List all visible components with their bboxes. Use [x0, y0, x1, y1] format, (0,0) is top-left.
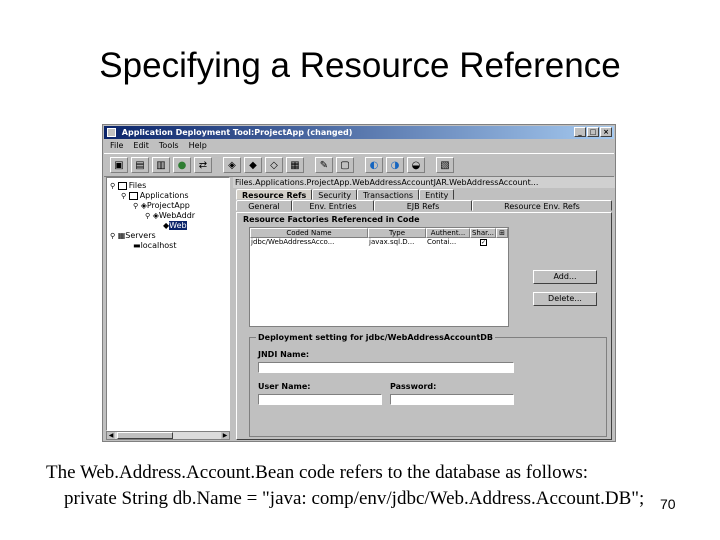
tools-icon[interactable]: ◒	[407, 157, 425, 173]
menu-bar: File Edit Tools Help	[104, 140, 614, 152]
tab-resource-refs[interactable]: Resource Refs	[236, 189, 313, 200]
tab-row-2: General Env. Entries EJB Refs Resource E…	[236, 200, 612, 211]
navigation-tree: ⚲ Files ⚲ Applications ⚲ ◈ProjectApp ⚲ ◈…	[106, 177, 230, 431]
column-shar[interactable]: Shar...	[470, 228, 496, 238]
cell-type[interactable]: javax.sql.D...	[368, 238, 426, 247]
group-title: Deployment setting for jdbc/WebAddressAc…	[256, 333, 496, 342]
save-icon[interactable]: ▥	[152, 157, 170, 173]
password-label: Password:	[390, 382, 437, 391]
computer-icon: ▬	[133, 241, 141, 250]
password-field[interactable]	[390, 394, 514, 405]
globe-icon[interactable]: ●	[173, 157, 191, 173]
tab-entity[interactable]: Entity	[419, 189, 455, 200]
tree-item-web[interactable]: ◆Web	[163, 221, 187, 231]
caption-line-2: private String db.Name = "java: comp/env…	[64, 488, 645, 509]
cell-coded-name[interactable]: jdbc/WebAddressAcco...	[250, 238, 368, 247]
window-controls: _ □ ×	[574, 127, 612, 137]
user-name-field[interactable]	[258, 394, 382, 405]
tab-ejb-refs[interactable]: EJB Refs	[374, 200, 472, 211]
tree-item-webaddr[interactable]: ⚲ ◈WebAddr	[145, 211, 195, 221]
shareable-checkbox[interactable]: ✓	[480, 239, 487, 246]
tab-resource-env-refs[interactable]: Resource Env. Refs	[472, 200, 612, 211]
tree-item-projectapp[interactable]: ⚲ ◈ProjectApp	[133, 201, 190, 211]
resource-factories-table: Coded Name Type Authent... Shar... ⊞ jdb…	[249, 227, 509, 327]
column-chooser-icon[interactable]: ⊞	[496, 228, 508, 238]
table-header: Coded Name Type Authent... Shar... ⊞	[250, 228, 508, 238]
column-coded-name[interactable]: Coded Name	[250, 228, 368, 238]
caption-line-1: The Web.Address.Account.Bean code refers…	[46, 462, 589, 483]
folder-icon	[128, 191, 138, 200]
deployment-settings-group: Deployment setting for jdbc/WebAddressAc…	[249, 333, 607, 437]
new-ejb-icon[interactable]: ◈	[223, 157, 241, 173]
jndi-name-field[interactable]	[258, 362, 514, 373]
configure-icon[interactable]: ◐	[365, 157, 383, 173]
tree-horizontal-scrollbar[interactable]: ◀ ▶	[106, 431, 230, 440]
menu-help[interactable]: Help	[189, 140, 207, 152]
verify-icon[interactable]: ✎	[315, 157, 333, 173]
new-client-icon[interactable]: ◇	[265, 157, 283, 173]
maximize-button[interactable]: □	[587, 127, 599, 137]
application-window: Application Deployment Tool:ProjectApp (…	[102, 124, 616, 442]
table-row[interactable]: jdbc/WebAddressAcco... javax.sql.D... Co…	[250, 238, 508, 247]
scroll-right-icon[interactable]: ▶	[221, 432, 229, 439]
tab-general[interactable]: General	[236, 200, 292, 211]
deploy-icon[interactable]: ⇄	[194, 157, 212, 173]
recent-icon[interactable]: ◑	[386, 157, 404, 173]
tab-row-1: Resource Refs Security Transactions Enti…	[236, 189, 455, 200]
column-authent[interactable]: Authent...	[426, 228, 470, 238]
tab-security[interactable]: Security	[312, 189, 358, 200]
tree-item-servers[interactable]: ⚲ ▦Servers	[110, 231, 156, 241]
section-label: Resource Factories Referenced in Code	[243, 215, 420, 224]
close-button[interactable]: ×	[600, 127, 612, 137]
new-app-icon[interactable]: ▣	[110, 157, 128, 173]
resource-refs-panel: Resource Factories Referenced in Code Co…	[236, 212, 612, 440]
cell-authent[interactable]: Contai...	[426, 238, 470, 247]
help-icon[interactable]: ▧	[436, 157, 454, 173]
cell-shar[interactable]: ✓	[470, 238, 496, 247]
open-icon[interactable]: ▤	[131, 157, 149, 173]
page-number: 70	[660, 496, 676, 512]
inspector-panel: Files.Applications.ProjectApp.WebAddress…	[233, 177, 615, 440]
user-name-label: User Name:	[258, 382, 311, 391]
tab-env-entries[interactable]: Env. Entries	[292, 200, 374, 211]
toolbar: ▣ ▤ ▥ ● ⇄ ◈ ◆ ◇ ▦ ✎ ▢ ◐ ◑ ◒ ▧	[104, 153, 614, 177]
inspect-icon[interactable]: ▢	[336, 157, 354, 173]
scroll-left-icon[interactable]: ◀	[107, 432, 115, 439]
new-web-icon[interactable]: ◆	[244, 157, 262, 173]
folder-icon	[117, 181, 127, 190]
add-button[interactable]: Add...	[533, 270, 597, 284]
tree-item-files[interactable]: ⚲ Files	[110, 181, 146, 191]
menu-file[interactable]: File	[110, 140, 123, 152]
jndi-name-label: JNDI Name:	[258, 350, 310, 359]
selection-path: Files.Applications.ProjectApp.WebAddress…	[233, 177, 615, 188]
menu-tools[interactable]: Tools	[159, 140, 179, 152]
tree-item-applications[interactable]: ⚲ Applications	[121, 191, 189, 201]
app-icon	[107, 128, 116, 137]
slide-title: Specifying a Resource Reference	[99, 46, 621, 85]
window-title: Application Deployment Tool:ProjectApp (…	[121, 128, 353, 137]
menu-edit[interactable]: Edit	[133, 140, 149, 152]
window-titlebar: Application Deployment Tool:ProjectApp (…	[104, 126, 614, 139]
tree-item-localhost[interactable]: ▬localhost	[133, 241, 176, 251]
scroll-thumb[interactable]	[117, 432, 173, 439]
delete-button[interactable]: Delete...	[533, 292, 597, 306]
tab-transactions[interactable]: Transactions	[357, 189, 420, 200]
column-type[interactable]: Type	[368, 228, 426, 238]
server-icon[interactable]: ▦	[286, 157, 304, 173]
minimize-button[interactable]: _	[574, 127, 586, 137]
